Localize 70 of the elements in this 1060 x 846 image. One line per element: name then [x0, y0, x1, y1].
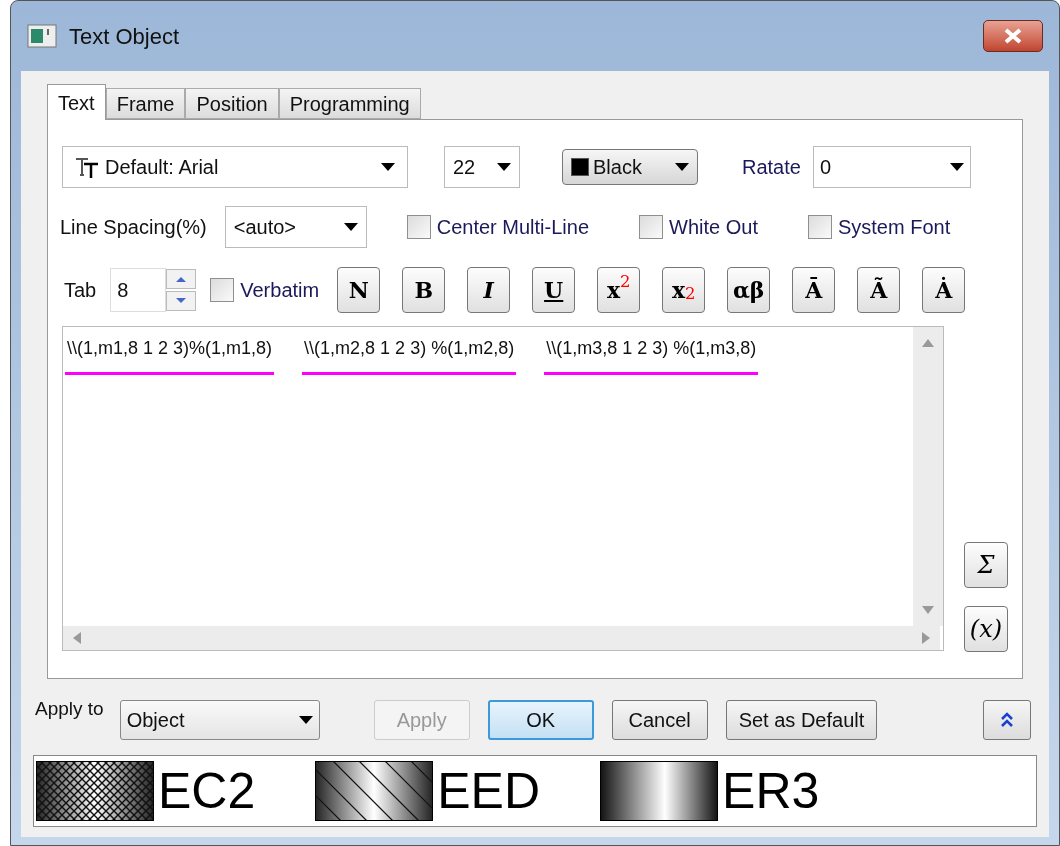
- apply-to-value: Object: [126, 708, 185, 733]
- tab[interactable]: Programming: [278, 88, 421, 119]
- dropdown-caret-icon: [343, 223, 358, 231]
- line-spacing-value: <auto>: [233, 215, 297, 240]
- format-button[interactable]: Ã: [857, 267, 901, 313]
- dropdown-caret-icon: [381, 163, 395, 171]
- format-button[interactable]: Ā: [792, 267, 836, 313]
- format-button[interactable]: U: [532, 267, 576, 313]
- preview-text: EED: [437, 766, 541, 816]
- insert-button[interactable]: Σ: [964, 542, 1008, 588]
- font-value: Default: Arial: [105, 155, 219, 180]
- collapse-button[interactable]: [983, 700, 1031, 740]
- color-dropdown[interactable]: Black: [562, 149, 698, 185]
- tab-input[interactable]: 8: [110, 268, 167, 312]
- rotate-dropdown[interactable]: 0: [812, 146, 971, 188]
- dropdown-caret-icon: [497, 163, 511, 171]
- format-button[interactable]: B: [402, 267, 446, 313]
- editor-text: \\(1,m2,8 1 2 3) %(1,m2,8): [302, 335, 517, 375]
- checkbox-label: White Out: [669, 215, 758, 240]
- apply-to-dropdown[interactable]: Object: [119, 700, 320, 740]
- close-button[interactable]: [983, 20, 1043, 52]
- line-spacing-dropdown[interactable]: <auto>: [224, 206, 367, 248]
- preview-text: EC2: [158, 766, 256, 816]
- tab[interactable]: Frame: [105, 88, 186, 119]
- format-button[interactable]: Ȧ: [922, 267, 966, 313]
- scroll-down-icon: [922, 606, 934, 614]
- dialog-button[interactable]: Cancel: [611, 700, 708, 740]
- font-icon: [75, 155, 99, 179]
- font-dropdown[interactable]: Default: Arial: [62, 146, 408, 188]
- format-button[interactable]: N: [337, 267, 381, 313]
- editor-text: \\(1,m1,8 1 2 3)%(1,m1,8): [65, 335, 275, 375]
- insert-button[interactable]: (x): [964, 606, 1008, 652]
- rotate-label: Ratate: [742, 155, 801, 180]
- rotate-value: 0: [819, 155, 832, 180]
- scroll-right-icon: [922, 632, 930, 644]
- close-icon: [1003, 28, 1023, 44]
- preview-text: ER3: [722, 766, 820, 816]
- dialog-button[interactable]: Set as Default: [725, 700, 878, 740]
- checkbox-label: Center Multi-Line: [436, 215, 590, 240]
- apply-to-label: Apply to: [35, 697, 104, 721]
- checkbox[interactable]: [639, 215, 664, 239]
- scroll-left-icon: [73, 632, 81, 644]
- tab[interactable]: Text: [47, 84, 106, 120]
- format-button[interactable]: αβ: [727, 267, 771, 313]
- checkbox[interactable]: [406, 215, 431, 239]
- size-value: 22: [453, 155, 476, 180]
- spinner[interactable]: [166, 269, 197, 311]
- horizontal-scrollbar[interactable]: [63, 626, 940, 650]
- vertical-scrollbar[interactable]: [913, 327, 943, 626]
- double-chevron-up-icon: [1000, 711, 1014, 729]
- editor-text: \\(1,m3,8 1 2 3) %(1,m3,8): [544, 335, 759, 375]
- checkbox-label: System Font: [837, 215, 951, 240]
- text-editor[interactable]: \\(1,m1,8 1 2 3)%(1,m1,8) \\(1,m2,8 1 2 3) %(1,m2,8) \\(1,m3,8 1 2 3) %(1,m3,8): [62, 326, 944, 651]
- checkbox[interactable]: [210, 278, 235, 302]
- tab[interactable]: Position: [185, 88, 279, 119]
- scroll-up-icon: [922, 339, 934, 347]
- dropdown-caret-icon: [298, 716, 313, 724]
- format-button[interactable]: I: [467, 267, 511, 313]
- dropdown-caret-icon: [949, 163, 964, 171]
- format-button[interactable]: x$^{2}$: [597, 267, 641, 313]
- app-icon: [27, 24, 57, 48]
- checkbox-label: Verbatim: [240, 278, 320, 303]
- dialog-button[interactable]: OK: [487, 700, 594, 740]
- size-dropdown[interactable]: 22: [444, 146, 520, 188]
- format-button[interactable]: x$_{2}$: [662, 267, 706, 313]
- dropdown-caret-icon: [675, 163, 689, 171]
- window-title: Text Object: [69, 22, 180, 51]
- checkbox[interactable]: [807, 215, 832, 239]
- line-spacing-label: Line Spacing(%): [60, 215, 207, 240]
- tab-label: Tab: [64, 278, 97, 303]
